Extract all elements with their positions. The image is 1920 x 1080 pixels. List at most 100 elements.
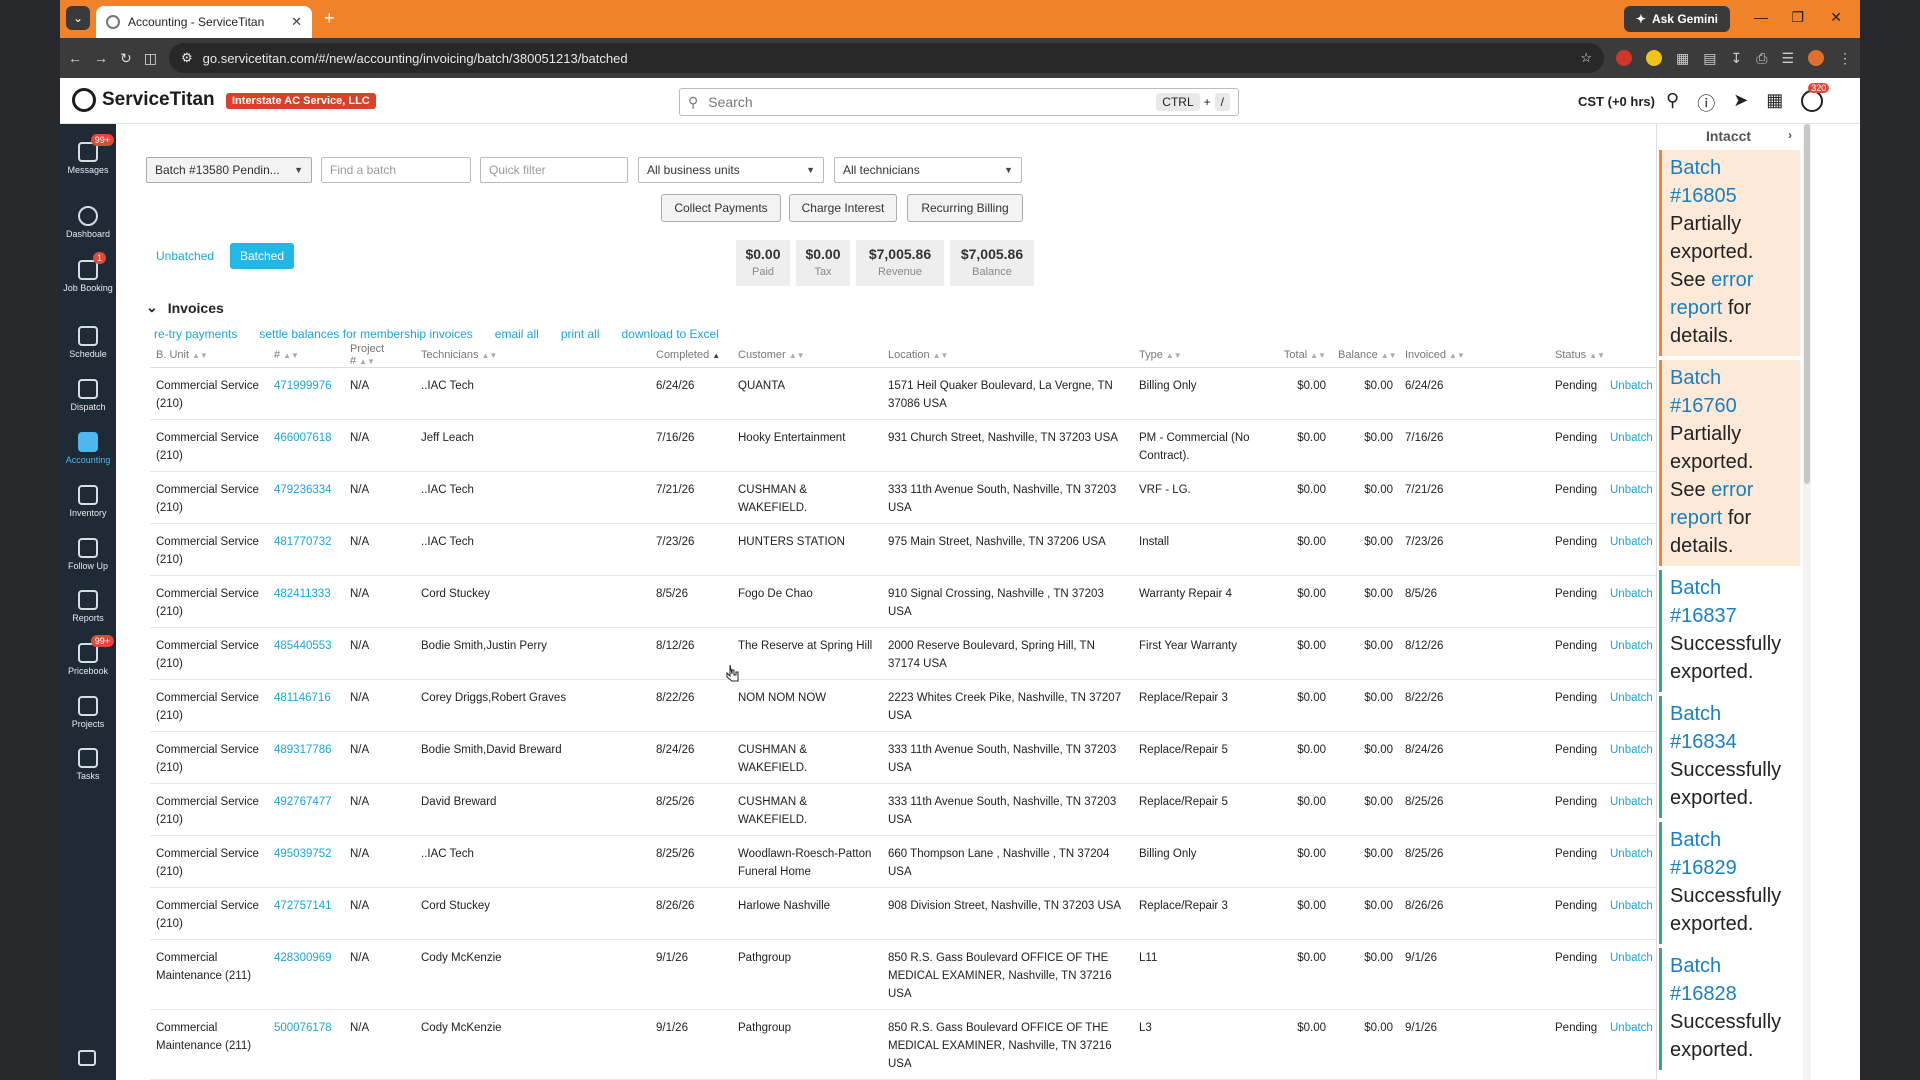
cell-number[interactable]: 472757141 [268,887,344,940]
cast-icon[interactable]: ▤ [1703,50,1716,67]
col-invoiced[interactable]: Invoiced ▲▼ [1399,343,1549,368]
charge-interest-button[interactable]: Charge Interest [789,194,897,222]
browser-tab[interactable]: Accounting - ServiceTitan ✕ [96,6,312,38]
back-icon[interactable]: ← [68,50,82,66]
business-units-select[interactable]: All business units ▼ [638,157,824,183]
close-tab-icon[interactable]: ✕ [291,14,302,30]
bookmark-star-icon[interactable]: ☆ [1580,50,1592,66]
col-balance[interactable]: Balance ▲▼ [1332,343,1399,368]
table-row[interactable]: Commercial Service (210) 485440553 N/A Bodi… [150,627,1680,680]
cell-number[interactable]: 471999976 [268,367,344,420]
global-search-input[interactable]: ⚲ Search CTRL + / [679,88,1239,116]
batch-link[interactable]: Batch #16829 [1670,829,1737,879]
table-row[interactable]: Commercial Service (210) 482411333 N/A Cord… [150,575,1680,628]
cell-number[interactable]: 485440553 [268,627,344,680]
retry-payments-link[interactable]: re-try payments [154,327,237,341]
batch-select[interactable]: Batch #13580 Pendin... ▼ [146,157,312,183]
download-icon[interactable]: ↧ [1731,50,1743,67]
company-badge[interactable]: Interstate AC Service, LLC [226,93,376,109]
nav-dispatch[interactable]: Dispatch [60,379,116,412]
tab-search-dropdown-icon[interactable]: ⌄ [66,6,90,30]
cell-number[interactable]: 495039752 [268,835,344,888]
col-number[interactable]: # ▲▼ [268,343,344,368]
table-row[interactable]: Commercial Service (210) 479236334 N/A ..IA… [150,471,1680,524]
help-icon[interactable]: ⓘ [1697,90,1715,116]
col-technicians[interactable]: Technicians ▲▼ [415,343,650,368]
nav-tasks[interactable]: Tasks [60,748,116,781]
batch-link[interactable]: Batch #16834 [1670,703,1737,753]
col-type[interactable]: Type ▲▼ [1133,343,1264,368]
extensions-puzzle-icon[interactable]: ▦ [1676,50,1689,67]
nav-messages[interactable]: Messages 99+ [60,134,116,175]
cell-number[interactable]: 428300969 [268,939,344,1010]
find-batch-input[interactable]: Find a batch [321,157,471,183]
site-info-icon[interactable]: ⚙ [181,50,193,66]
extension-icon[interactable] [1646,50,1663,66]
user-avatar[interactable]: 320 [1801,83,1830,112]
batch-link[interactable]: Batch #16805 [1670,157,1737,207]
browser-menu-icon[interactable]: ⋮ [1838,50,1852,67]
cell-number[interactable]: 500076178 [268,1009,344,1080]
nav-job-booking[interactable]: Job Booking 1 [60,252,116,293]
cell-number[interactable]: 492767477 [268,783,344,836]
col-project[interactable]: Project # ▲▼ [344,343,415,368]
table-row[interactable]: Commercial Service (210) 466007618 N/A Jeff… [150,419,1680,472]
unbatched-toggle[interactable]: Unbatched [146,243,224,269]
new-tab-icon[interactable]: + [324,8,335,29]
scrollbar-thumb[interactable] [1804,124,1810,484]
batch-link[interactable]: Batch #16828 [1670,955,1737,1005]
url-field[interactable]: ⚙ go.servicetitan.com/#/new/accounting/i… [168,43,1605,73]
cell-number[interactable]: 481770732 [268,523,344,576]
col-completed[interactable]: Completed ▲ [650,343,732,368]
marketplace-icon[interactable]: ▦ [1766,90,1783,116]
nav-pricebook[interactable]: Pricebook 99+ [60,635,116,676]
print-all-link[interactable]: print all [561,327,600,341]
table-row[interactable]: Commercial Service (210) 481146716 N/A Core… [150,679,1680,732]
forward-icon[interactable]: → [94,50,108,66]
table-row[interactable]: Commercial Service (210) 481770732 N/A ..IA… [150,523,1680,576]
nav-follow-up[interactable]: Follow Up [60,538,116,571]
table-row[interactable]: Commercial Service (210) 489317786 N/A Bodi… [150,731,1680,784]
table-row[interactable]: Commercial Maintenance (211) 428300969 N/A… [150,939,1680,1010]
nav-inventory[interactable]: Inventory [60,485,116,518]
table-row[interactable]: Commercial Service (210) 472757141 N/A Cord… [150,887,1680,940]
pdf-extension-icon[interactable] [1616,50,1633,66]
print-icon[interactable]: ⎙ [1756,50,1767,67]
nav-accounting[interactable]: Accounting [60,432,116,465]
settle-balances-link[interactable]: settle balances for membership invoices [259,327,472,341]
collapse-nav-icon[interactable] [78,1050,96,1066]
col-location[interactable]: Location ▲▼ [882,343,1133,368]
nav-reports[interactable]: Reports [60,590,116,623]
col-total[interactable]: Total ▲▼ [1264,343,1332,368]
close-window-icon[interactable]: ✕ [1830,9,1842,26]
advanced-search-icon[interactable]: ⚲ [1666,90,1679,116]
ask-gemini-button[interactable]: ✦ Ask Gemini [1623,6,1730,32]
batch-link[interactable]: Batch #16760 [1670,367,1737,417]
nav-dashboard[interactable]: Dashboard [60,206,116,239]
servicetitan-logo[interactable]: ServiceTitan [72,88,215,112]
chevron-right-icon[interactable]: › [1788,128,1792,142]
cell-number[interactable]: 479236334 [268,471,344,524]
technicians-select[interactable]: All technicians ▼ [834,157,1022,183]
reload-icon[interactable]: ↻ [120,50,132,67]
media-icon[interactable]: ☰ [1781,50,1794,67]
collect-payments-button[interactable]: Collect Payments [661,194,781,222]
table-row[interactable]: Commercial Service (210) 492767477 N/A Davi… [150,783,1680,836]
recurring-billing-button[interactable]: Recurring Billing [907,194,1023,222]
restore-icon[interactable]: ❐ [1791,9,1804,26]
invoices-section-toggle[interactable]: ⌄ Invoices [146,299,224,316]
col-unit[interactable]: B. Unit ▲▼ [150,343,268,368]
email-all-link[interactable]: email all [495,327,539,341]
nav-projects[interactable]: Projects [60,696,116,729]
table-row[interactable]: Commercial Maintenance (211) 500076178 N/A… [150,1009,1680,1080]
cell-number[interactable]: 481146716 [268,679,344,732]
cell-number[interactable]: 466007618 [268,419,344,472]
batch-link[interactable]: Batch #16837 [1670,577,1737,627]
minimize-icon[interactable]: — [1754,9,1768,25]
quick-filter-input[interactable]: Quick filter [480,157,628,183]
table-row[interactable]: Commercial Service (210) 495039752 N/A ..IA… [150,835,1680,888]
download-excel-link[interactable]: download to Excel [622,327,719,341]
table-row[interactable]: Commercial Service (210) 471999976 N/A ..IA… [150,367,1680,420]
nav-schedule[interactable]: Schedule [60,326,116,359]
profile-icon[interactable] [1808,50,1824,66]
